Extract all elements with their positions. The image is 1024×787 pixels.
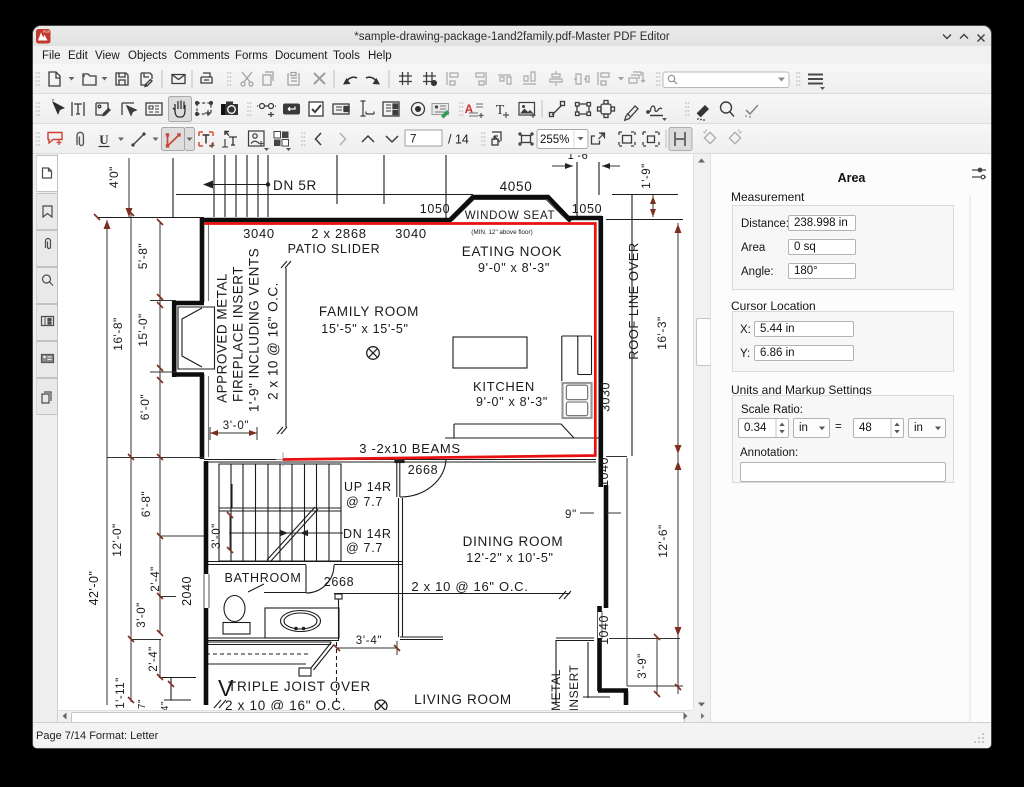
svg-text:1'-9": 1'-9" [641,163,653,188]
svg-text:12'-0": 12'-0" [110,523,124,557]
svg-text:LIVING ROOM: LIVING ROOM [414,692,512,707]
svg-text:TRIPLE JOIST OVER: TRIPLE JOIST OVER [228,679,371,694]
svg-text:42'-0": 42'-0" [87,571,101,606]
svg-text:1050: 1050 [572,202,603,216]
svg-text:2 x 10 @ 16" O.C.: 2 x 10 @ 16" O.C. [225,698,346,710]
svg-text:2'-4": 2'-4" [150,566,162,591]
svg-text:FIREPLACE INSERT: FIREPLACE INSERT [231,266,246,402]
svg-text:5'-8": 5'-8" [136,243,150,269]
svg-text:9'-0" x 8'-3": 9'-0" x 8'-3" [478,261,550,275]
svg-text:9'-0" x 8'-3": 9'-0" x 8'-3" [476,395,548,409]
svg-text:DN 14R: DN 14R [343,527,392,541]
svg-text:1'-9" INCLUDING VENTS: 1'-9" INCLUDING VENTS [247,248,262,412]
svg-text:DN 5R: DN 5R [273,178,317,193]
svg-text:APPROVED METAL: APPROVED METAL [215,273,230,403]
svg-text:3040: 3040 [243,226,275,241]
svg-text:2 x 10 @ 16" O.C.: 2 x 10 @ 16" O.C. [411,579,528,594]
svg-text:KITCHEN: KITCHEN [473,379,535,394]
svg-text:METAL: METAL [549,669,563,710]
svg-text:15'-5" x 15'-5": 15'-5" x 15'-5" [321,322,408,336]
svg-text:2668: 2668 [408,463,439,477]
svg-text:3'-0": 3'-0" [223,420,249,432]
svg-text:(MIN. 12" above floor): (MIN. 12" above floor) [471,229,532,236]
svg-text:2 x 2868: 2 x 2868 [311,226,366,241]
svg-text:15'-0": 15'-0" [136,313,150,347]
svg-text:16'-8": 16'-8" [111,317,125,351]
svg-text:DINING ROOM: DINING ROOM [463,534,564,549]
svg-text:3'-0": 3'-0" [136,602,148,627]
svg-text:ROOF LINE OVER: ROOF LINE OVER [626,242,641,360]
svg-text:1'-11": 1'-11" [115,677,127,708]
svg-text:4'0": 4'0" [107,166,121,188]
svg-text:@ 7.7: @ 7.7 [346,541,383,555]
svg-text:3'-0": 3'-0" [211,523,223,548]
svg-text:3'-9": 3'-9" [637,653,649,678]
svg-text:BATHROOM: BATHROOM [225,571,302,585]
svg-text:UP 14R: UP 14R [344,480,392,494]
svg-text:FAMILY ROOM: FAMILY ROOM [319,304,419,319]
svg-text:1040: 1040 [597,457,611,487]
svg-text:2'-4": 2'-4" [148,646,160,671]
svg-text:WINDOW SEAT: WINDOW SEAT [465,210,556,222]
svg-text:7": 7" [137,699,148,709]
svg-text:3030: 3030 [599,382,613,412]
svg-text:PATIO SLIDER: PATIO SLIDER [288,242,381,256]
svg-text:@ 7.7: @ 7.7 [346,495,383,509]
svg-text:2668: 2668 [324,575,355,589]
svg-text:2040: 2040 [180,576,194,606]
svg-text:6'-8": 6'-8" [139,491,153,517]
svg-text:9": 9" [565,509,577,521]
svg-text:1050: 1050 [420,202,451,216]
svg-text:12'-2" x 10'-5": 12'-2" x 10'-5" [466,551,553,565]
svg-text:12'-6": 12'-6" [656,524,670,558]
svg-text:3'-4": 3'-4" [356,635,382,647]
svg-text:3 -2x10 BEAMS: 3 -2x10 BEAMS [359,441,461,456]
svg-text:16'-3": 16'-3" [655,316,669,350]
svg-text:INSERT: INSERT [567,664,581,710]
svg-text:EATING NOOK: EATING NOOK [462,244,562,259]
svg-text:6'-0": 6'-0" [138,394,152,420]
svg-text:1040: 1040 [597,615,611,645]
svg-text:3040: 3040 [395,226,427,241]
svg-text:2 x 10 @ 16" O.C.: 2 x 10 @ 16" O.C. [266,282,281,400]
svg-text:4050: 4050 [500,179,533,194]
svg-text:4": 4" [160,701,171,710]
svg-text:1'-6: 1'-6 [568,154,589,162]
